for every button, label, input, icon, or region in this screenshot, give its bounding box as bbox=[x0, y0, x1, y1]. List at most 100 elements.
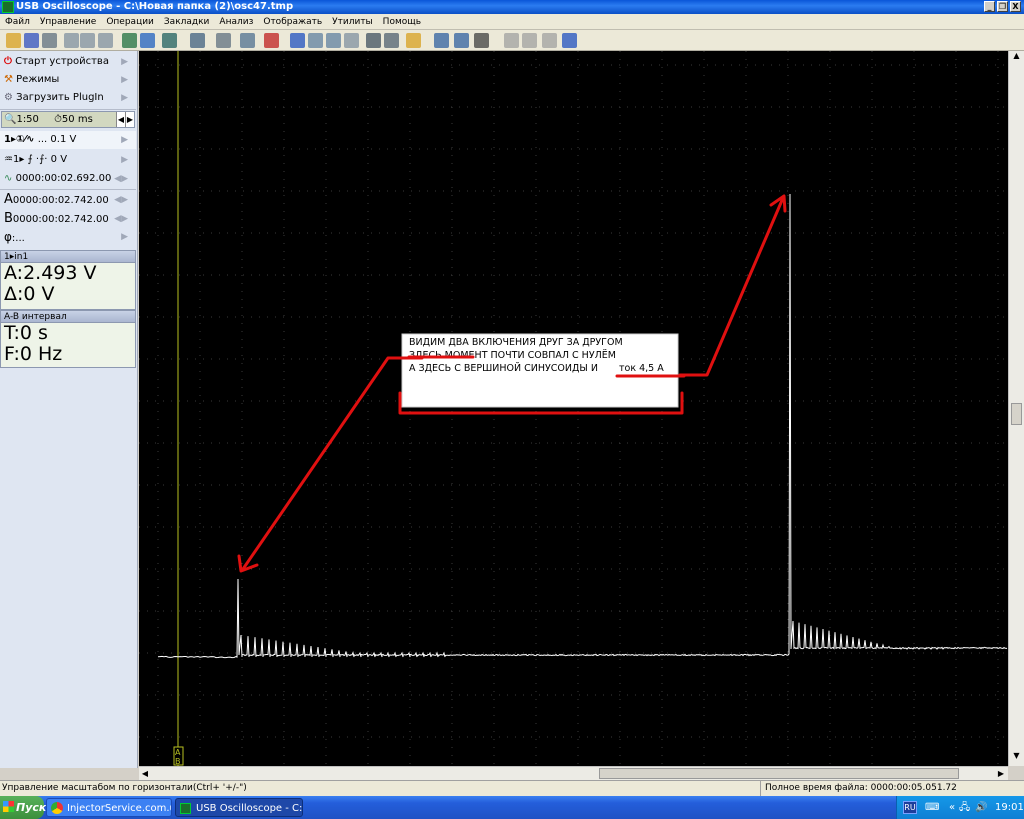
measure-icon[interactable] bbox=[190, 33, 205, 48]
channel-b-icon[interactable] bbox=[454, 33, 469, 48]
timebase-decrease-button[interactable]: ◀ bbox=[116, 112, 125, 127]
waveform-icon: ∿ bbox=[4, 173, 12, 184]
marker-icon[interactable] bbox=[140, 33, 155, 48]
file-duration: Полное время файла: 0000:00:05.051.72 bbox=[760, 781, 1022, 796]
cut-icon[interactable] bbox=[98, 33, 113, 48]
timebase-value: 50 ms bbox=[62, 114, 93, 125]
taskbar-item-oscilloscope[interactable]: USB Oscilloscope - C:\... bbox=[175, 798, 303, 817]
taskbar-item-browser[interactable]: InjectorService.com.ua ... bbox=[46, 798, 172, 817]
menu-display[interactable]: Отображать bbox=[258, 14, 327, 30]
amplitude-value: A:2.493 V bbox=[1, 263, 135, 284]
channel-settings-item[interactable]: 1▸①⁄∿ ... 0.1 V ▶ bbox=[0, 131, 136, 149]
check2-icon[interactable] bbox=[308, 33, 323, 48]
power-icon: ⏻ bbox=[4, 56, 12, 67]
cursor-b-value: 0000:00:02.742.00 bbox=[13, 214, 109, 225]
menu-analysis[interactable]: Анализ bbox=[214, 14, 258, 30]
menu-help[interactable]: Помощь bbox=[378, 14, 426, 30]
check-icon[interactable] bbox=[290, 33, 305, 48]
keyboard-icon[interactable]: ⌨ bbox=[925, 796, 939, 819]
zoom-timebase-control[interactable]: 🔍1:50 ⏱50 ms ◀ ▶ bbox=[1, 111, 135, 128]
tray-expand-icon[interactable]: « bbox=[949, 796, 955, 819]
horizontal-scrollbar[interactable]: ◀ ▶ bbox=[139, 766, 1008, 780]
scroll-left-arrow-icon[interactable]: ◀ bbox=[139, 767, 151, 780]
oscilloscope-icon bbox=[180, 803, 191, 814]
menu-operations[interactable]: Операции bbox=[101, 14, 159, 30]
modes-label: Режимы bbox=[16, 74, 59, 85]
taskbar-item-oscilloscope-label: USB Oscilloscope - C:\... bbox=[196, 803, 303, 814]
chevron-right-icon: ◀▶ bbox=[114, 170, 128, 188]
start-button[interactable]: Пуск bbox=[0, 796, 44, 819]
taskbar: Пуск InjectorService.com.ua ... USB Osci… bbox=[0, 796, 1024, 819]
zoom-icon[interactable] bbox=[240, 33, 255, 48]
scroll-up-arrow-icon[interactable]: ▲ bbox=[1010, 51, 1023, 65]
timebase-icon: ⏱ bbox=[42, 114, 62, 125]
check3-icon[interactable] bbox=[326, 33, 341, 48]
menu-file[interactable]: Файл bbox=[0, 14, 35, 30]
load-plugin-item[interactable]: ⚙ Загрузить PlugIn ▶ bbox=[0, 89, 136, 107]
save-icon[interactable] bbox=[24, 33, 39, 48]
horizontal-scroll-thumb[interactable] bbox=[599, 768, 959, 779]
paste-icon[interactable] bbox=[80, 33, 95, 48]
delete-icon[interactable] bbox=[264, 33, 279, 48]
cursor-icon[interactable] bbox=[122, 33, 137, 48]
timebase-increase-button[interactable]: ▶ bbox=[125, 112, 134, 127]
help-icon[interactable] bbox=[562, 33, 577, 48]
folder-icon[interactable] bbox=[406, 33, 421, 48]
start-device-label: Старт устройства bbox=[15, 56, 109, 67]
language-indicator[interactable]: RU bbox=[903, 801, 917, 814]
print-icon[interactable] bbox=[42, 33, 57, 48]
delta-value: Δ:0 V bbox=[1, 284, 135, 305]
interval-panel: A-B интервал T:0 s F:0 Hz bbox=[0, 310, 136, 368]
divider bbox=[0, 189, 136, 190]
toolbar bbox=[0, 30, 1024, 51]
menu-utilities[interactable]: Утилиты bbox=[327, 14, 378, 30]
display-icon[interactable] bbox=[474, 33, 489, 48]
cursor-b-item[interactable]: B0000:00:02.742.00 ◀▶ bbox=[0, 210, 136, 228]
menu-bookmarks[interactable]: Закладки bbox=[159, 14, 215, 30]
menu-control[interactable]: Управление bbox=[35, 14, 101, 30]
vertical-scroll-thumb[interactable] bbox=[1011, 403, 1022, 425]
status-bar: Управление масштабом по горизонтали(Ctrl… bbox=[0, 780, 1024, 796]
grid-icon[interactable] bbox=[366, 33, 381, 48]
trigger-time-value: 0000:00:02.692.00 bbox=[16, 173, 112, 184]
menu-bar: Файл Управление Операции Закладки Анализ Отоб… bbox=[0, 14, 1024, 30]
chevron-right-icon: ◀▶ bbox=[114, 191, 128, 209]
undo-icon[interactable] bbox=[216, 33, 231, 48]
cursor-a-item[interactable]: A0000:00:02.742.00 ◀▶ bbox=[0, 191, 136, 209]
trigger-settings-item[interactable]: ♒1▸ ⨍ ·⨍· 0 V ▶ bbox=[0, 151, 136, 169]
taskbar-item-browser-label: InjectorService.com.ua ... bbox=[67, 803, 172, 814]
page-icon[interactable] bbox=[344, 33, 359, 48]
cursor-b-label: B bbox=[4, 211, 13, 226]
open-icon[interactable] bbox=[6, 33, 21, 48]
system-tray: RU ⌨ « 🖧 🔊 19:01 bbox=[896, 796, 1024, 819]
network-icon[interactable]: 🖧 bbox=[959, 796, 970, 819]
modes-item[interactable]: ⚒ Режимы ▶ bbox=[0, 71, 136, 89]
copy-icon[interactable] bbox=[64, 33, 79, 48]
phase-item[interactable]: φ:... ▶ bbox=[0, 228, 136, 246]
trigger-time-item[interactable]: ∿ 0000:00:02.692.00 ◀▶ bbox=[0, 170, 136, 188]
left-panel: ⏻ Старт устройства ▶ ⚒ Режимы ▶ ⚙ Загруз… bbox=[0, 51, 138, 768]
minimize-button[interactable]: _ bbox=[984, 1, 995, 12]
phi-value: ... bbox=[15, 233, 25, 244]
vertical-scrollbar[interactable]: ▲ ▼ bbox=[1008, 51, 1024, 766]
start-device-item[interactable]: ⏻ Старт устройства ▶ bbox=[0, 53, 136, 71]
export-icon[interactable] bbox=[384, 33, 399, 48]
chevron-right-icon: ▶ bbox=[121, 151, 128, 169]
trigger-level: 0 V bbox=[51, 154, 67, 165]
chevron-right-icon: ▶ bbox=[121, 89, 128, 107]
cursor-a-value: 0000:00:02.742.00 bbox=[13, 195, 109, 206]
annotation-line-1: ВИДИМ ДВА ВКЛЮЧЕНИЯ ДРУГ ЗА ДРУГОМ bbox=[409, 337, 623, 348]
page3-icon[interactable] bbox=[542, 33, 557, 48]
restore-button[interactable]: ❐ bbox=[997, 1, 1008, 12]
period-value: T:0 s bbox=[1, 323, 135, 344]
trigger-icon[interactable] bbox=[162, 33, 177, 48]
stop-icon[interactable] bbox=[504, 33, 519, 48]
scroll-right-arrow-icon[interactable]: ▶ bbox=[995, 767, 1007, 780]
scroll-down-arrow-icon[interactable]: ▼ bbox=[1010, 751, 1023, 765]
volume-icon[interactable]: 🔊 bbox=[975, 796, 987, 819]
oscilloscope-display[interactable]: A B ВИДИМ ДВА ВКЛЮЧЕНИЯ ДРУГ ЗА ДРУГОМ З… bbox=[139, 51, 1008, 766]
channel-icon: 1▸①⁄∿ bbox=[4, 134, 35, 145]
channel-a-icon[interactable] bbox=[434, 33, 449, 48]
close-button[interactable]: X bbox=[1010, 1, 1021, 12]
page2-icon[interactable] bbox=[522, 33, 537, 48]
